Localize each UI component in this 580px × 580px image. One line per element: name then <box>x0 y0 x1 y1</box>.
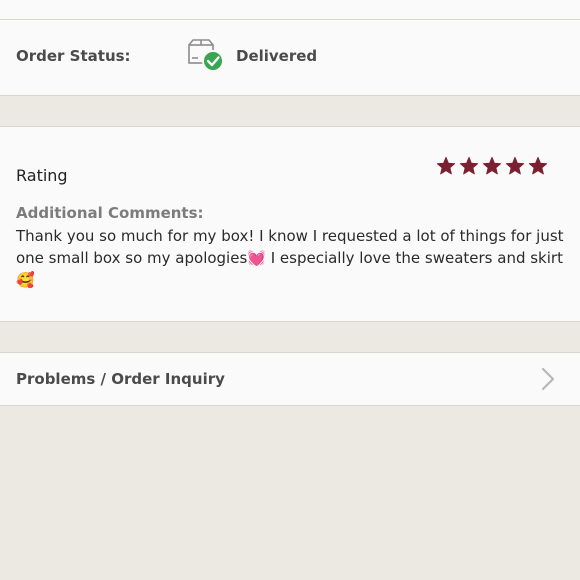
order-inquiry-label: Problems / Order Inquiry <box>16 370 225 388</box>
star-icon <box>505 156 525 175</box>
rating-title: Rating <box>16 166 68 185</box>
previous-section <box>0 0 580 20</box>
order-status-label: Order Status: <box>16 47 131 65</box>
star-icon <box>482 156 502 175</box>
chevron-right-icon <box>541 367 555 391</box>
star-rating <box>436 156 548 176</box>
star-icon <box>436 156 456 175</box>
star-icon <box>459 156 479 175</box>
additional-comments-label: Additional Comments: <box>16 204 204 222</box>
order-inquiry-row[interactable]: Problems / Order Inquiry <box>0 352 580 406</box>
order-status-card: Order Status: Delivered <box>0 19 580 96</box>
star-icon <box>528 156 548 175</box>
order-status-value: Delivered <box>236 47 318 65</box>
rating-card: Rating Additional Comments: Thank you so… <box>0 126 580 322</box>
package-delivered-icon <box>188 39 224 72</box>
order-detail-page: Order Status: Delivered Rating Additiona… <box>0 0 580 580</box>
additional-comments-text: Thank you so much for my box! I know I r… <box>16 227 564 289</box>
